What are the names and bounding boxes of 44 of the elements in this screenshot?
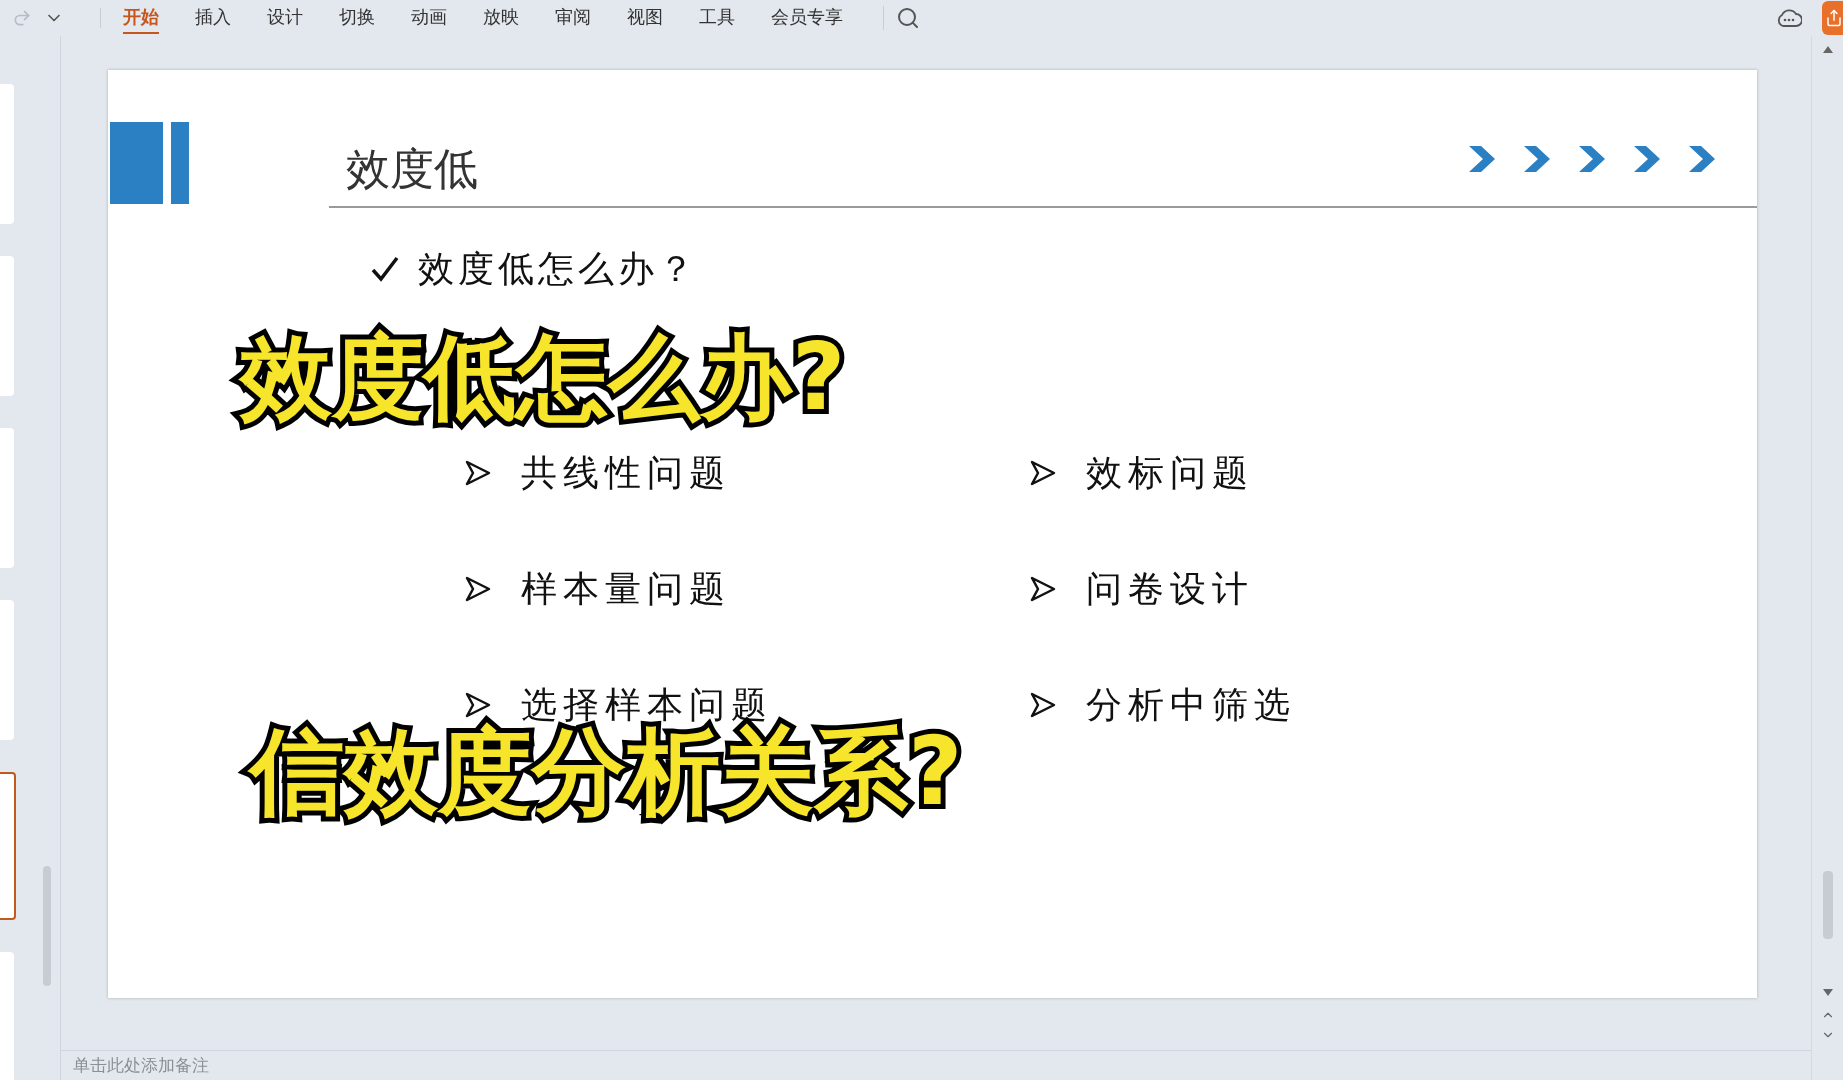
bullet-text: 共线性问题 xyxy=(521,451,731,495)
chevron-icon xyxy=(1522,144,1552,174)
slide-thumbnail[interactable] xyxy=(0,952,14,1080)
checkmark-icon xyxy=(370,254,400,284)
search-icon[interactable] xyxy=(896,6,920,30)
ribbon-tab[interactable]: 开始 xyxy=(123,2,159,34)
ribbon-tab[interactable]: 放映 xyxy=(483,2,519,34)
scroll-up-icon[interactable] xyxy=(1822,46,1833,53)
chevron-icon xyxy=(1632,144,1662,174)
arrow-bullet-icon xyxy=(465,576,491,602)
question-text: 效度低怎么办？ xyxy=(418,247,698,291)
slide-title: 效度低 xyxy=(346,142,478,196)
arrow-bullet-icon xyxy=(1030,460,1056,486)
scrollbar-thumb[interactable] xyxy=(1822,871,1833,939)
chevron-icon xyxy=(1467,144,1497,174)
ribbon-tab[interactable]: 动画 xyxy=(411,2,447,34)
share-icon xyxy=(1825,9,1843,27)
arrow-bullet-icon xyxy=(465,692,491,718)
arrow-bullet-icon xyxy=(465,460,491,486)
bullet-text: 样本量问题 xyxy=(521,567,731,611)
bullet-text: 效标问题 xyxy=(1086,451,1254,495)
ribbon-tab[interactable]: 插入 xyxy=(195,2,231,34)
slide-thumbnail[interactable] xyxy=(0,772,16,920)
ribbon-tab[interactable]: 设计 xyxy=(267,2,303,34)
chevron-icon xyxy=(1577,144,1607,174)
slide-thumbnail[interactable] xyxy=(0,256,14,396)
bullet-text: 问卷设计 xyxy=(1086,567,1254,611)
scrollbar-thumb[interactable] xyxy=(43,866,51,986)
slide-thumbnail[interactable] xyxy=(0,600,14,740)
share-button[interactable] xyxy=(1822,1,1843,35)
redo-icon[interactable] xyxy=(12,8,32,28)
scroll-down-icon[interactable] xyxy=(1822,989,1833,996)
cloud-icon[interactable] xyxy=(1776,7,1802,29)
slide-thumbnail[interactable] xyxy=(0,428,14,568)
arrow-bullet-icon xyxy=(1030,576,1056,602)
ribbon-tab[interactable]: 工具 xyxy=(699,2,735,34)
ribbon-tab[interactable]: 审阅 xyxy=(555,2,591,34)
chevron-icon xyxy=(1687,144,1717,174)
bullet-text: 分析中筛选 xyxy=(1086,683,1296,727)
arrow-bullet-icon xyxy=(1030,692,1056,718)
slide-thumbnail[interactable] xyxy=(0,84,14,224)
ribbon-tab[interactable]: 切换 xyxy=(339,2,375,34)
ribbon-tab[interactable]: 会员专享 xyxy=(771,2,843,34)
ribbon-tab[interactable]: 视图 xyxy=(627,2,663,34)
